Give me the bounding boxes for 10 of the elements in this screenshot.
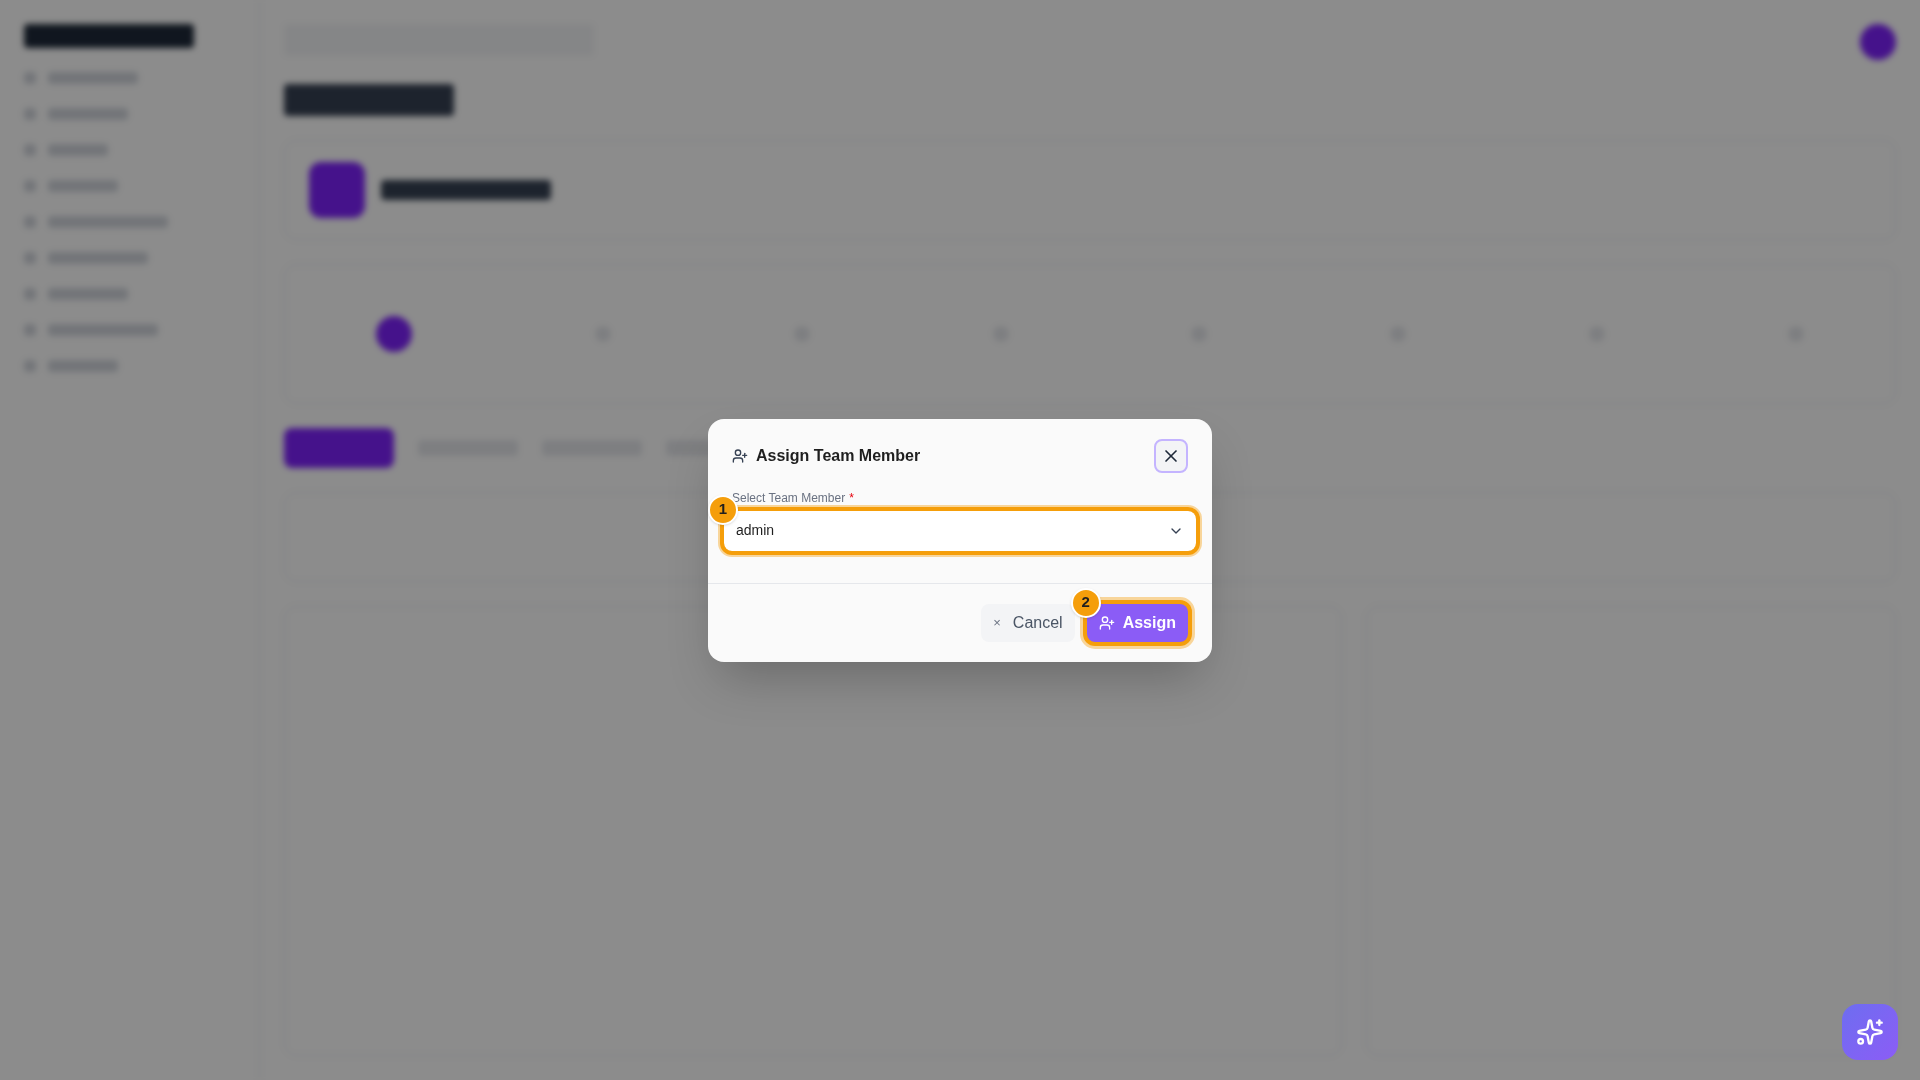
sparkles-button[interactable] [1842,1004,1898,1060]
user-plus-icon [732,447,748,464]
dialog-title: Assign Team Member [756,445,921,466]
required-mark: * [849,489,854,507]
sparkles-icon [1856,1018,1884,1046]
cancel-button[interactable]: × Cancel [981,603,1075,642]
field-label: Select Team Member [732,489,846,507]
user-plus-icon [1098,614,1115,631]
step-marker: 2 [1070,587,1101,618]
close-button[interactable] [1154,438,1188,473]
